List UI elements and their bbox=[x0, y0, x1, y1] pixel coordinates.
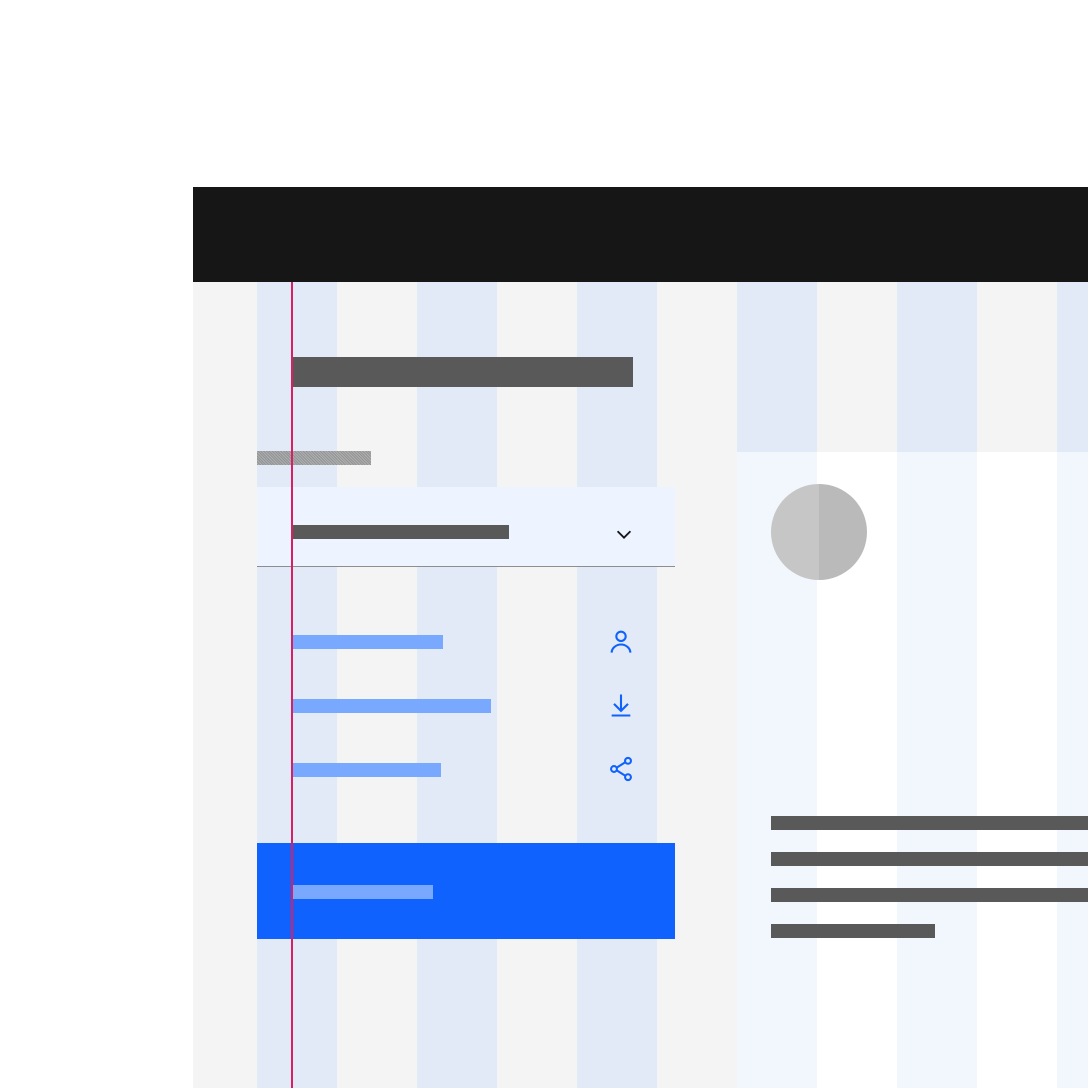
action-link-user[interactable] bbox=[257, 609, 675, 673]
top-nav-bar bbox=[193, 187, 1088, 282]
action-link-download[interactable] bbox=[257, 673, 675, 737]
paragraph-line bbox=[771, 888, 1088, 902]
link-label bbox=[293, 763, 441, 777]
paragraph-line bbox=[771, 924, 935, 938]
share-icon bbox=[607, 755, 635, 783]
alignment-guide-vertical bbox=[291, 282, 293, 1088]
download-icon bbox=[607, 691, 635, 719]
link-label bbox=[293, 635, 443, 649]
action-link-share[interactable] bbox=[257, 737, 675, 801]
link-label bbox=[293, 699, 491, 713]
user-icon bbox=[607, 627, 635, 655]
paragraph-line bbox=[771, 816, 1088, 830]
dropdown-value bbox=[293, 525, 509, 539]
avatar-placeholder bbox=[771, 484, 867, 580]
dropdown-field[interactable] bbox=[257, 487, 675, 567]
primary-button-label bbox=[293, 885, 433, 899]
page-title bbox=[293, 357, 633, 387]
content-tile bbox=[737, 452, 1088, 1088]
primary-button[interactable] bbox=[257, 843, 675, 939]
design-canvas bbox=[193, 187, 1088, 1088]
chevron-down-icon bbox=[613, 523, 635, 545]
paragraph-line bbox=[771, 852, 1088, 866]
page-subtitle bbox=[257, 451, 371, 465]
